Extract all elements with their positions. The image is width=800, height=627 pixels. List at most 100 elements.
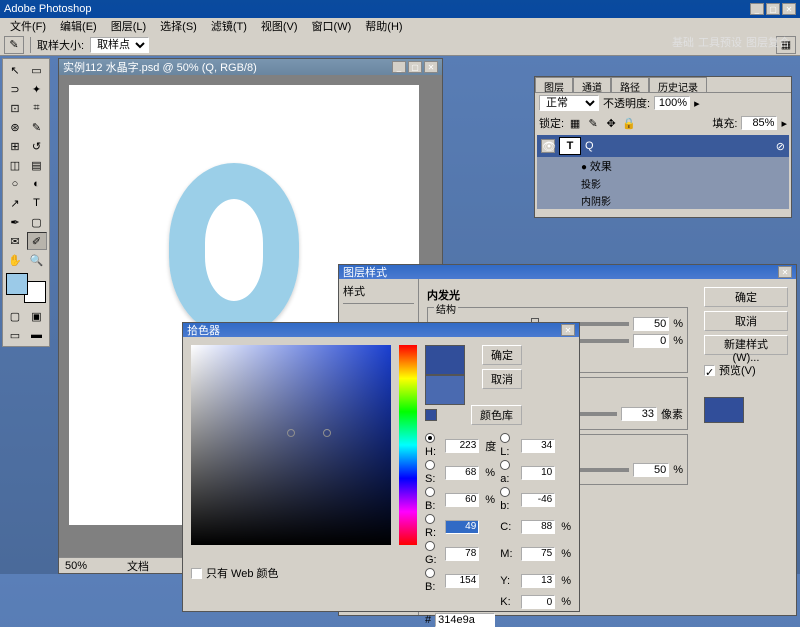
r-radio[interactable] bbox=[425, 514, 435, 524]
fx-innershadow[interactable]: 内阴影 bbox=[537, 192, 789, 209]
preview-checkbox[interactable]: ✓ bbox=[704, 365, 715, 376]
type-tool[interactable]: T bbox=[27, 194, 47, 212]
eyedropper-tool-icon[interactable]: ✎ bbox=[4, 36, 24, 54]
s-radio[interactable] bbox=[425, 460, 435, 470]
eyedropper-tool[interactable]: ✐ bbox=[27, 232, 47, 250]
lock-paint-icon[interactable]: ✎ bbox=[586, 116, 600, 130]
h-field[interactable] bbox=[445, 439, 479, 453]
cp-cancel-button[interactable]: 取消 bbox=[482, 369, 522, 389]
hex-field[interactable] bbox=[435, 613, 495, 627]
r-field[interactable] bbox=[445, 520, 479, 534]
menu-window[interactable]: 窗口(W) bbox=[306, 18, 358, 34]
visibility-eye-icon[interactable]: 👁 bbox=[541, 139, 555, 153]
doc-close[interactable]: ✕ bbox=[424, 61, 438, 73]
crop-tool[interactable]: ⊡ bbox=[5, 99, 25, 117]
l-radio[interactable] bbox=[500, 433, 510, 443]
doc-minimize[interactable]: _ bbox=[392, 61, 406, 73]
bb-field[interactable] bbox=[445, 574, 479, 588]
ls-ok-button[interactable]: 确定 bbox=[704, 287, 788, 307]
quickmask-off[interactable]: ▢ bbox=[5, 307, 25, 325]
tab-tool-presets[interactable]: 工具预设 bbox=[698, 34, 742, 50]
bval-field[interactable] bbox=[445, 493, 479, 507]
opacity-arrow-icon[interactable]: ▸ bbox=[694, 97, 700, 110]
colorpicker-close[interactable]: ✕ bbox=[561, 324, 575, 336]
tab-layer-comps[interactable]: 图层复合 bbox=[746, 34, 790, 50]
layer-name[interactable]: Q bbox=[585, 140, 594, 152]
ls-range-field[interactable] bbox=[633, 463, 669, 477]
cp-ok-button[interactable]: 确定 bbox=[482, 345, 522, 365]
menu-select[interactable]: 选择(S) bbox=[154, 18, 203, 34]
notes-tool[interactable]: ✉ bbox=[5, 232, 25, 250]
g-radio[interactable] bbox=[425, 541, 435, 551]
k-field[interactable] bbox=[521, 595, 555, 609]
color-marker-2[interactable] bbox=[323, 429, 331, 437]
zoom-level[interactable]: 50% bbox=[65, 560, 87, 572]
fx-badge-icon[interactable]: ⊘ bbox=[776, 140, 785, 153]
c-field[interactable] bbox=[521, 520, 555, 534]
marquee-tool[interactable]: ▭ bbox=[27, 61, 47, 79]
path-tool[interactable]: ↗ bbox=[5, 194, 25, 212]
fx-header[interactable]: ● 效果 bbox=[537, 157, 789, 175]
tab-layers[interactable]: 图层 bbox=[535, 77, 573, 92]
hue-slider[interactable] bbox=[399, 345, 417, 545]
color-swatches[interactable] bbox=[6, 273, 46, 303]
close-button[interactable]: ✕ bbox=[782, 3, 796, 15]
eraser-tool[interactable]: ◫ bbox=[5, 156, 25, 174]
screenmode-full[interactable]: ▬ bbox=[27, 326, 47, 344]
dodge-tool[interactable]: ◐ bbox=[27, 175, 47, 193]
blur-tool[interactable]: ○ bbox=[5, 175, 25, 193]
b-radio[interactable] bbox=[425, 487, 435, 497]
ls-size-field[interactable] bbox=[621, 407, 657, 421]
tab-paths[interactable]: 路径 bbox=[611, 77, 649, 92]
brush-tool[interactable]: ✎ bbox=[27, 118, 47, 136]
slice-tool[interactable]: ⌗ bbox=[27, 99, 47, 117]
menu-edit[interactable]: 编辑(E) bbox=[54, 18, 103, 34]
bb-radio[interactable] bbox=[425, 568, 435, 578]
lock-transparency-icon[interactable]: ▦ bbox=[568, 116, 582, 130]
ls-noise-field[interactable] bbox=[633, 334, 669, 348]
hand-tool[interactable]: ✋ bbox=[5, 251, 25, 269]
menu-file[interactable]: 文件(F) bbox=[4, 18, 52, 34]
ls-cancel-button[interactable]: 取消 bbox=[704, 311, 788, 331]
layerstyle-close[interactable]: ✕ bbox=[778, 266, 792, 278]
ls-opacity-field[interactable] bbox=[633, 317, 669, 331]
foreground-color-swatch[interactable] bbox=[6, 273, 28, 295]
move-tool[interactable]: ↖ bbox=[5, 61, 25, 79]
menu-view[interactable]: 视图(V) bbox=[255, 18, 304, 34]
history-brush-tool[interactable]: ↺ bbox=[27, 137, 47, 155]
shape-tool[interactable]: ▢ bbox=[27, 213, 47, 231]
colorpicker-titlebar[interactable]: 拾色器 ✕ bbox=[183, 323, 579, 337]
fill-arrow-icon[interactable]: ▸ bbox=[781, 117, 787, 130]
pen-tool[interactable]: ✒ bbox=[5, 213, 25, 231]
fill-field[interactable] bbox=[741, 116, 777, 130]
lock-all-icon[interactable]: 🔒 bbox=[622, 116, 636, 130]
l-field[interactable] bbox=[521, 439, 555, 453]
layer-row[interactable]: 👁 T Q ⊘ bbox=[537, 135, 789, 157]
screenmode-std[interactable]: ▭ bbox=[5, 326, 25, 344]
color-marker-1[interactable] bbox=[287, 429, 295, 437]
tab-basics[interactable]: 基础 bbox=[672, 34, 694, 50]
websafe-swatch[interactable] bbox=[425, 409, 437, 421]
a-field[interactable] bbox=[521, 466, 555, 480]
heal-tool[interactable]: ⊛ bbox=[5, 118, 25, 136]
tab-channels[interactable]: 通道 bbox=[573, 77, 611, 92]
menu-filter[interactable]: 滤镜(T) bbox=[205, 18, 253, 34]
lab-b-field[interactable] bbox=[521, 493, 555, 507]
tab-history[interactable]: 历史记录 bbox=[649, 77, 707, 92]
lasso-tool[interactable]: ⊃ bbox=[5, 80, 25, 98]
g-field[interactable] bbox=[445, 547, 479, 561]
sample-size-select[interactable]: 取样点 bbox=[90, 37, 149, 53]
s-field[interactable] bbox=[445, 466, 479, 480]
gradient-tool[interactable]: ▤ bbox=[27, 156, 47, 174]
wand-tool[interactable]: ✦ bbox=[27, 80, 47, 98]
y-field[interactable] bbox=[521, 574, 555, 588]
layerstyle-titlebar[interactable]: 图层样式 ✕ bbox=[339, 265, 796, 279]
a-radio[interactable] bbox=[500, 460, 510, 470]
webonly-checkbox[interactable] bbox=[191, 568, 202, 579]
lab-b-radio[interactable] bbox=[500, 487, 510, 497]
minimize-button[interactable]: _ bbox=[750, 3, 764, 15]
fx-dropshadow[interactable]: 投影 bbox=[537, 175, 789, 192]
zoom-tool[interactable]: 🔍 bbox=[27, 251, 47, 269]
m-field[interactable] bbox=[521, 547, 555, 561]
cp-library-button[interactable]: 颜色库 bbox=[471, 405, 522, 425]
